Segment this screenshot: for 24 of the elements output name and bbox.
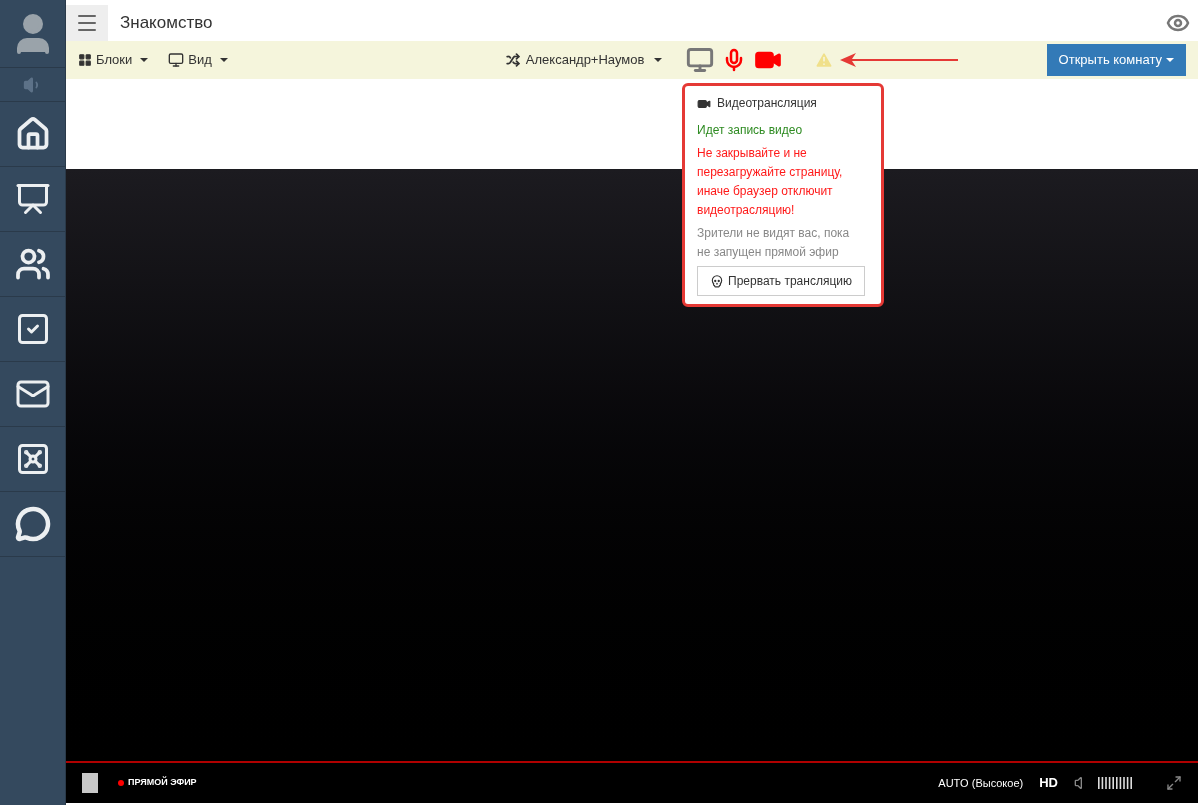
skull-icon <box>710 274 725 288</box>
note-text: Зрители не видят вас, пока не запущен прямой эфир <box>697 225 851 261</box>
user-dropdown[interactable]: Александр+Наумов <box>505 50 663 70</box>
toolbar-menu[interactable]: Вид <box>168 50 228 70</box>
open-room-button[interactable]: Открыть комнату <box>1046 44 1186 76</box>
chart-board-icon <box>14 181 51 217</box>
monitor-icon <box>168 52 185 68</box>
menu-button[interactable] <box>66 5 108 41</box>
fullscreen-icon[interactable] <box>1166 775 1182 791</box>
monitor-icon[interactable] <box>686 46 715 74</box>
quality-button[interactable]: AUTO (Высокое) <box>938 774 1024 792</box>
recording-status: Идет запись видео <box>697 122 804 139</box>
toolbar-menu[interactable]: Блоки <box>78 50 149 70</box>
stop-broadcast-button[interactable]: Прервать трансляцию <box>697 266 865 296</box>
chat-icon <box>14 506 51 542</box>
popup-title: Видеотрансляция <box>717 95 817 112</box>
grid-icon <box>78 53 92 67</box>
volume-bars-icon[interactable] <box>1098 777 1134 789</box>
page-title: Знакомство <box>120 12 213 35</box>
shuffle-icon <box>505 53 520 67</box>
warning-text: Не закрывайте и не перезагружайте страницу, иначе браузер отключит видеотрасляцию! <box>697 145 844 219</box>
users-icon <box>14 246 51 282</box>
hd-button[interactable]: HD <box>1039 773 1058 793</box>
live-label: ПРЯМОЙ ЭФИР <box>128 776 197 790</box>
